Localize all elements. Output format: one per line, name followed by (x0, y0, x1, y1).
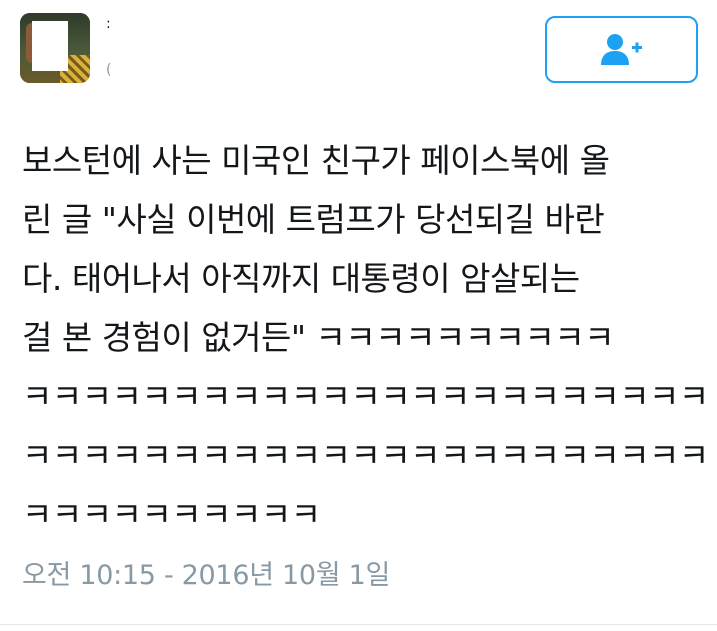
tweet-text-line: 걸 본 경험이 없거든" ㅋㅋㅋㅋㅋㅋㅋㅋㅋㅋ (22, 318, 615, 357)
follow-button[interactable] (545, 16, 698, 83)
tweet-text-line: 린 글 "사실 이번에 트럼프가 당선되길 바란 (22, 200, 605, 239)
avatar-redaction (32, 21, 68, 71)
tweet-text-line: 다. 태어나서 아직까지 대통령이 암살되는 (22, 259, 580, 298)
divider (0, 624, 717, 625)
tweet-text-line: ㅋㅋㅋㅋㅋㅋㅋㅋㅋㅋㅋㅋㅋㅋㅋㅋㅋㅋㅋㅋㅋㅋㅋ (22, 436, 709, 475)
tweet-text-line: 보스턴에 사는 미국인 친구가 페이스북에 올 (22, 141, 610, 180)
tweet-card: : ( 보스턴에 사는 미국인 친구가 페이스북에 올 린 글 "사실 이번에 … (0, 0, 717, 631)
tweet-header: : ( (0, 0, 717, 100)
display-name[interactable]: : (106, 16, 112, 32)
follow-person-plus-icon (600, 33, 642, 65)
tweet-text: 보스턴에 사는 미국인 친구가 페이스북에 올 린 글 "사실 이번에 트럼프가… (22, 131, 709, 544)
avatar[interactable] (20, 13, 90, 83)
tweet-timestamp[interactable]: 오전 10:15 - 2016년 10월 1일 (22, 556, 390, 596)
tweet-text-line: ㅋㅋㅋㅋㅋㅋㅋㅋㅋㅋ (22, 495, 321, 534)
user-handle[interactable]: ( (106, 62, 112, 78)
tweet-text-line: ㅋㅋㅋㅋㅋㅋㅋㅋㅋㅋㅋㅋㅋㅋㅋㅋㅋㅋㅋㅋㅋㅋㅋ (22, 377, 709, 416)
